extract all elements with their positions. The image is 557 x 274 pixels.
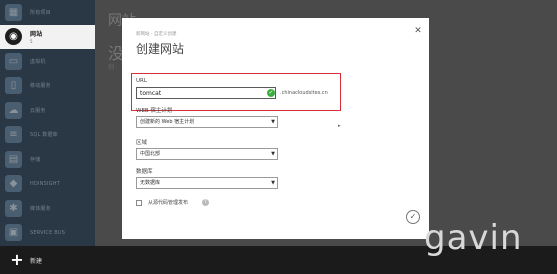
chevron-down-icon: ▼ — [271, 119, 275, 125]
watermark: gavin — [424, 218, 523, 258]
chevron-down-icon: ▼ — [271, 151, 275, 157]
sidebar-item-label: 存储 — [30, 156, 41, 163]
database-label: 数据库 — [136, 169, 153, 175]
globe-icon: ◉ — [5, 28, 22, 46]
region-select[interactable]: 中国北部 ▼ — [136, 148, 278, 160]
sidebar-item-label: 虚拟机 — [30, 58, 46, 65]
plan-select-value: 创建新的 Web 宿主计划 — [140, 119, 195, 125]
bus-icon: ▣ — [5, 224, 22, 242]
sidebar-item-label: SQL 数据库 — [30, 132, 58, 139]
grid-icon: ▦ — [5, 3, 22, 21]
database-select[interactable]: 无数据库 ▼ — [136, 177, 278, 189]
mobile-icon: ▯ — [5, 77, 22, 95]
source-control-label: 从源代码管理发布 — [148, 200, 189, 206]
close-icon[interactable]: ✕ — [413, 26, 423, 36]
sidebar-item-websites[interactable]: ◉ 网站 5 — [0, 24, 95, 49]
dialog-title: 创建网站 — [136, 42, 185, 56]
plan-label: WEB 宿主计划 — [136, 108, 173, 114]
sidebar-item-label: SERVICE BUS — [30, 229, 66, 236]
plus-icon[interactable]: + — [9, 252, 25, 268]
sidebar-item-label: HDINSIGHT — [30, 180, 60, 187]
domain-suffix: .chinacloudsites.cn — [280, 90, 328, 96]
sidebar-item-label: 移动服务 — [30, 83, 51, 90]
sidebar-item-count: 5 — [30, 38, 33, 44]
gear-icon: ✱ — [5, 199, 22, 217]
sidebar-item-label: 所有项目 — [30, 9, 51, 16]
cursor-icon: ▸ — [338, 123, 341, 129]
checkmark-icon: ✓ — [409, 212, 417, 221]
sidebar-item-label: 网站 — [30, 30, 43, 38]
table-icon: ▤ — [5, 150, 22, 168]
create-website-dialog: 新网站 - 自定义创建 创建网站 ✕ URL ✓ .chinacloudsite… — [122, 18, 429, 239]
sidebar-item-servicebus[interactable]: ▣ SERVICE BUS — [0, 221, 95, 246]
url-label: URL — [136, 78, 147, 84]
sidebar-item-label: 媒体服务 — [30, 205, 51, 212]
monitor-icon: ▭ — [5, 52, 22, 70]
sidebar-item-hdinsight[interactable]: ◆ HDINSIGHT — [0, 172, 95, 197]
new-button[interactable]: 新建 — [30, 256, 42, 265]
checkmark-icon: ✓ — [267, 89, 275, 97]
cloud-icon: ☁ — [5, 101, 22, 119]
url-input[interactable] — [136, 87, 276, 99]
sidebar-item-storage[interactable]: ▤ 存储 — [0, 147, 95, 172]
breadcrumb: 新网站 - 自定义创建 — [136, 32, 177, 37]
sidebar-item-media[interactable]: ✱ 媒体服务 — [0, 196, 95, 221]
sidebar-item-sql[interactable]: ≡ SQL 数据库 — [0, 123, 95, 148]
region-label: 区域 — [136, 140, 148, 146]
database-select-value: 无数据库 — [140, 180, 161, 186]
source-control-checkbox[interactable] — [136, 200, 142, 206]
confirm-button[interactable]: ✓ — [406, 210, 420, 224]
sidebar: ▦ 所有项目 ◉ 网站 5 ▭ 虚拟机 ▯ 移动服务 ☁ 云服务 ≡ SQL 数据… — [0, 0, 95, 246]
sidebar-item-vm[interactable]: ▭ 虚拟机 — [0, 49, 95, 74]
empty-state-text: 创 — [108, 64, 115, 71]
sidebar-item-all[interactable]: ▦ 所有项目 — [0, 0, 95, 25]
plan-select[interactable]: 创建新的 Web 宿主计划 ▼ — [136, 116, 278, 128]
region-select-value: 中国北部 — [140, 151, 161, 157]
chevron-down-icon: ▼ — [271, 180, 275, 186]
elephant-icon: ◆ — [5, 175, 22, 193]
sidebar-item-label: 云服务 — [30, 107, 46, 114]
sidebar-item-mobile[interactable]: ▯ 移动服务 — [0, 74, 95, 99]
database-icon: ≡ — [5, 126, 22, 144]
help-icon[interactable]: ? — [202, 199, 209, 206]
sidebar-item-cloud[interactable]: ☁ 云服务 — [0, 98, 95, 123]
